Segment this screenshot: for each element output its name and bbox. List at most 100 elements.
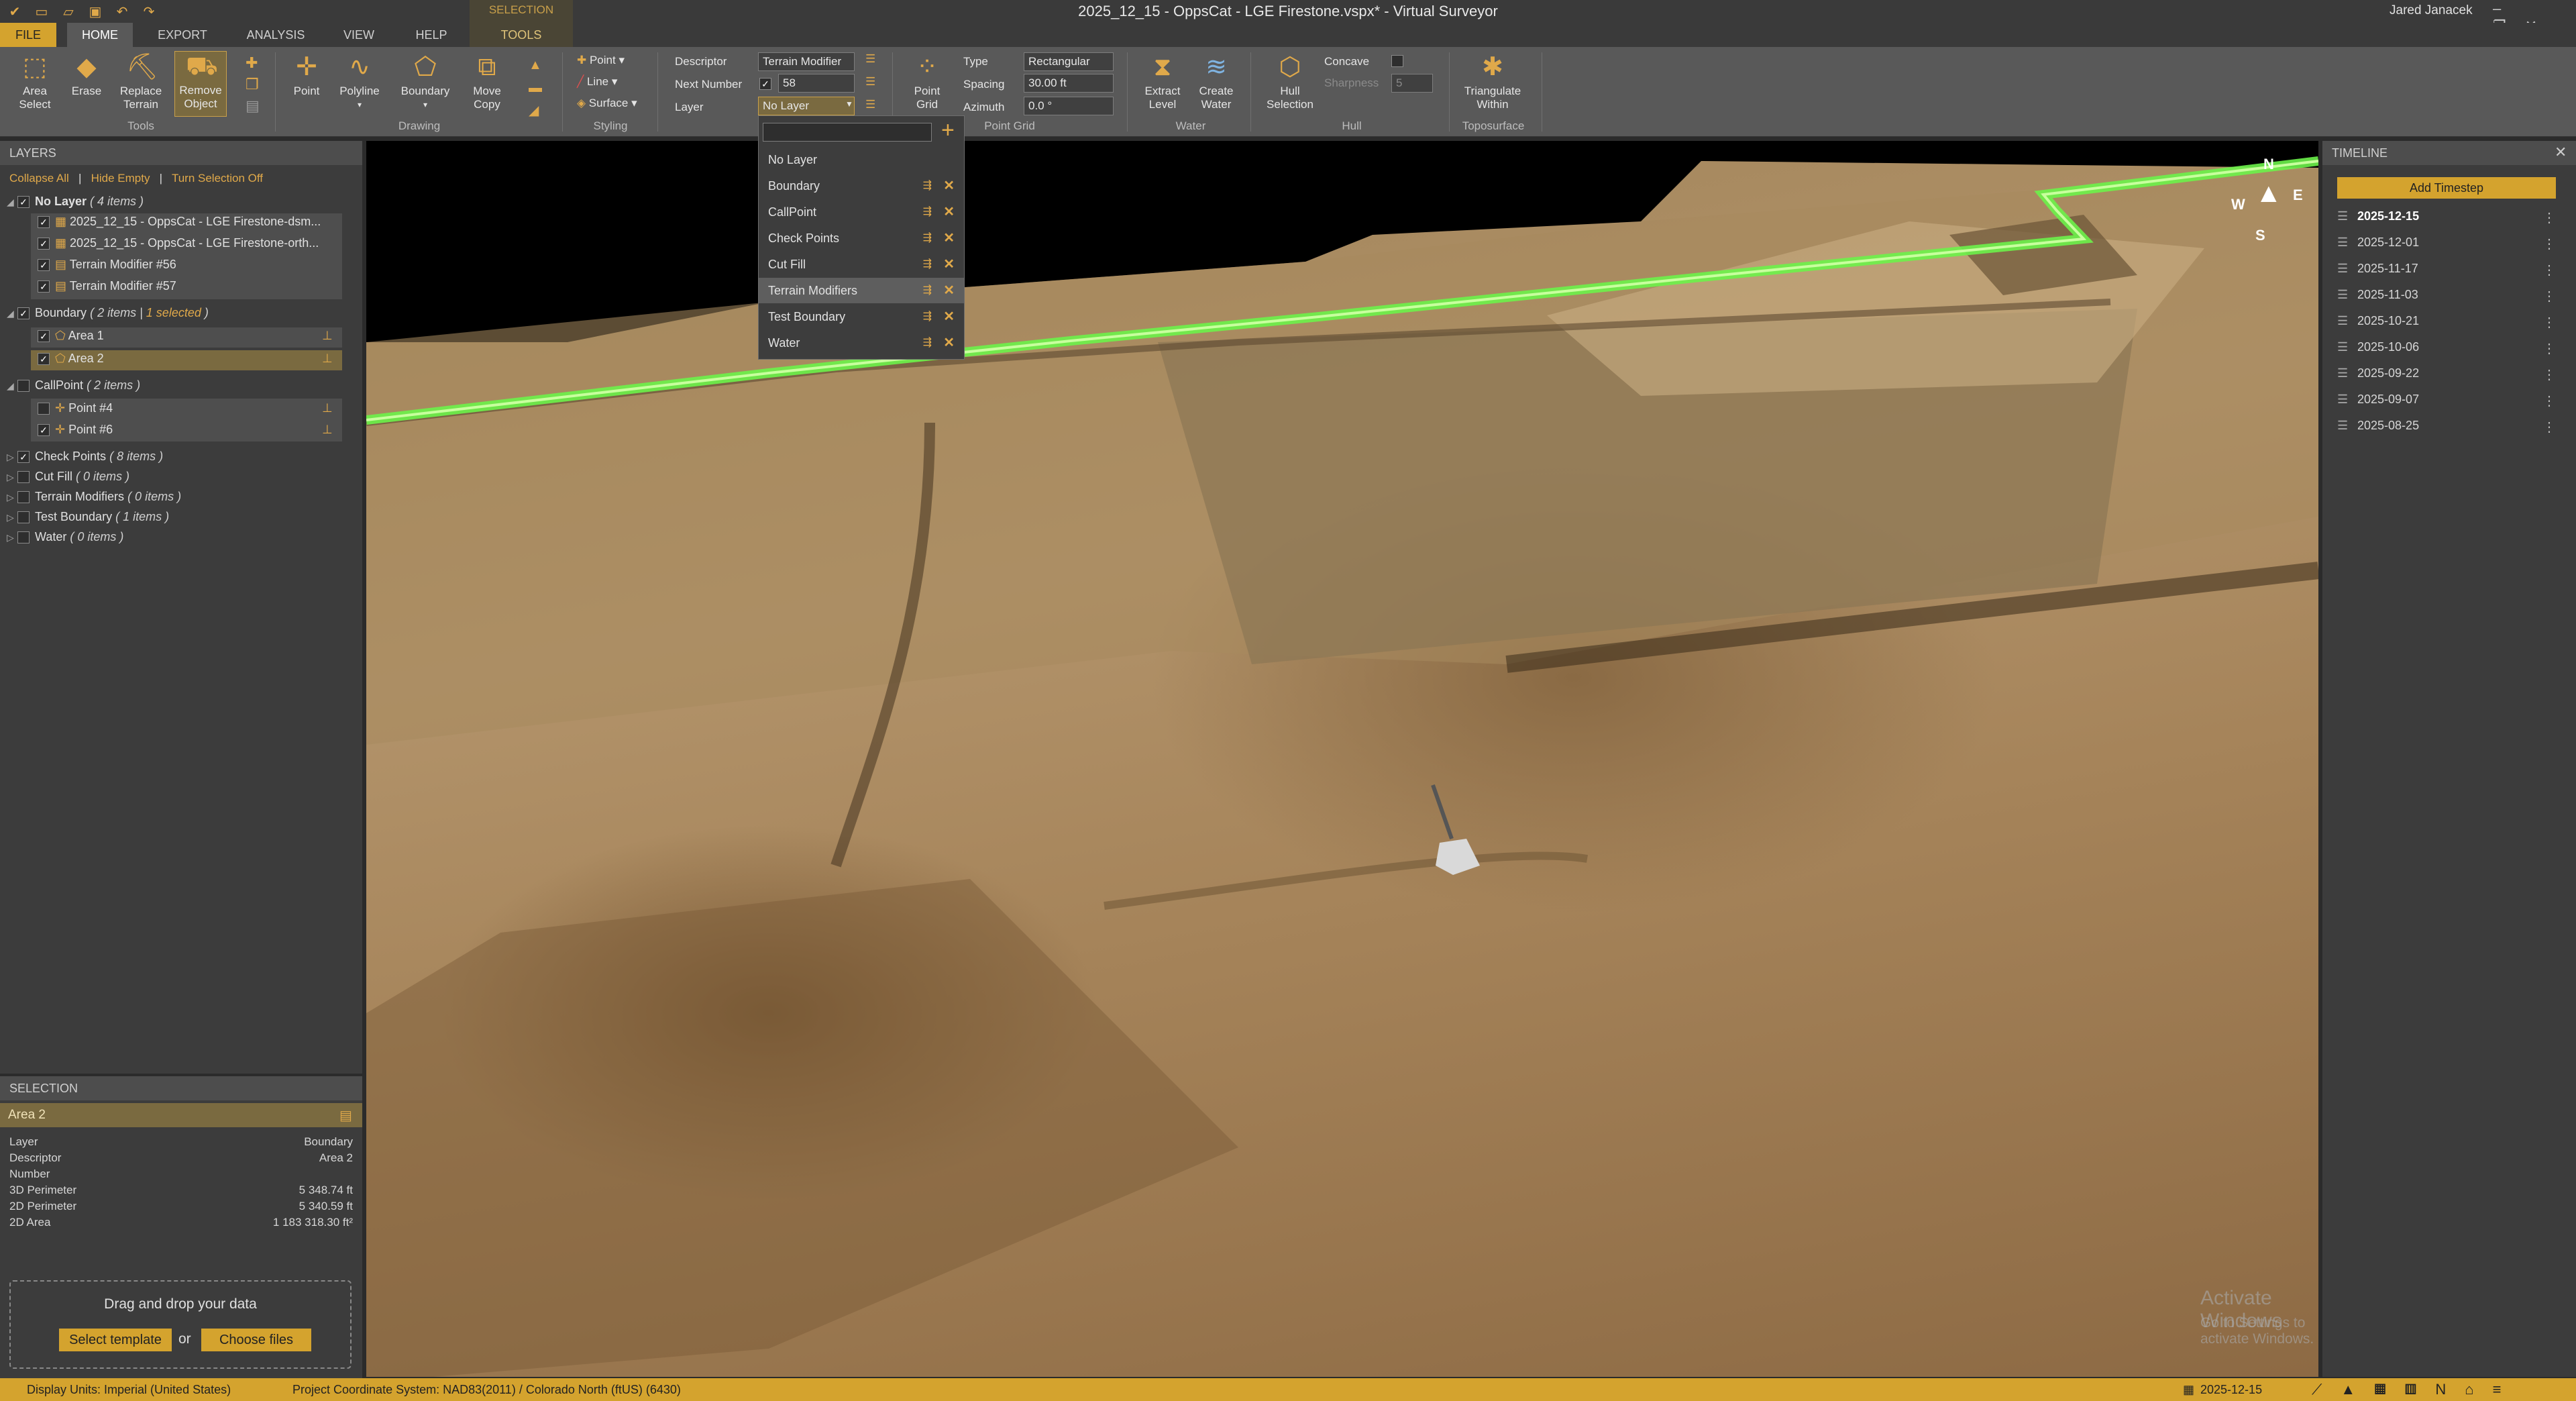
edit-layer-icon[interactable]: ⇶ <box>923 199 932 225</box>
expand-icon[interactable]: ◢ <box>7 308 17 319</box>
tab-home[interactable]: HOME <box>67 23 133 47</box>
lock-icon[interactable]: ▲ <box>2341 1381 2374 1398</box>
layer-checkbox[interactable] <box>17 531 30 544</box>
drag-handle-icon[interactable]: ☰ <box>2337 209 2348 223</box>
tab-file[interactable]: FILE <box>0 23 56 47</box>
collapse-icon[interactable]: ▷ <box>7 452 17 463</box>
item-checkbox[interactable]: ✓ <box>38 424 50 437</box>
layer-item[interactable]: ✓ ▦ 2025_12_15 - OppsCat - LGE Firestone-… <box>38 215 321 229</box>
more-icon[interactable]: ⋮ <box>2542 419 2556 435</box>
tab-export[interactable]: EXPORT <box>148 23 217 47</box>
layer-item[interactable]: ✛ Point #4 <box>38 401 113 415</box>
drag-handle-icon[interactable]: ☰ <box>2337 314 2348 328</box>
edit-layer-icon[interactable]: ⇶ <box>923 252 932 277</box>
collapse-icon[interactable]: ▷ <box>7 532 17 543</box>
item-checkbox[interactable]: ✓ <box>38 280 50 293</box>
layer-group-boundary[interactable]: ◢ ✓ Boundary ( 2 items | 1 selected ) <box>7 306 209 320</box>
collapse-icon[interactable]: ▷ <box>7 472 17 483</box>
layer-group-test-boundary[interactable]: ▷ Test Boundary ( 1 items ) <box>7 510 169 524</box>
next-number-list-icon[interactable]: ☰ <box>865 75 875 89</box>
next-number-input[interactable]: 58 <box>778 74 855 93</box>
layer-option[interactable]: Boundary ⇶ ✕ <box>759 173 964 199</box>
delete-layer-icon[interactable]: ✕ <box>943 330 955 356</box>
chart-icon[interactable]: ⟋ <box>2312 1381 2341 1398</box>
timestep-row[interactable]: ☰ 2025-10-06 ⋮ <box>2322 340 2576 363</box>
layer-item[interactable]: ✓ ▤ Terrain Modifier #57 <box>38 279 176 293</box>
edit-layer-icon[interactable]: ⇶ <box>923 304 932 329</box>
tab-tools[interactable]: TOOLS <box>470 23 573 47</box>
item-checkbox[interactable]: ✓ <box>38 353 50 366</box>
layer-group-check-points[interactable]: ▷ ✓ Check Points ( 8 items ) <box>7 450 163 464</box>
layer-item[interactable]: ✓ ✛ Point #6 <box>38 423 113 437</box>
more-icon[interactable]: ⋮ <box>2542 366 2556 383</box>
layer-checkbox[interactable] <box>17 471 30 484</box>
tab-help[interactable]: HELP <box>405 23 458 47</box>
north-icon[interactable]: N <box>2435 1381 2465 1398</box>
descriptor-input[interactable]: Terrain Modifier <box>758 52 855 71</box>
area-select-button[interactable]: ⬚ Area Select <box>8 52 62 111</box>
layer-option[interactable]: Cut Fill ⇶ ✕ <box>759 252 964 277</box>
tab-view[interactable]: VIEW <box>334 23 384 47</box>
pin-icon[interactable]: ⊥ <box>322 329 333 343</box>
item-checkbox[interactable] <box>38 403 50 415</box>
layer-group-callpoint[interactable]: ◢ CallPoint ( 2 items ) <box>7 378 140 393</box>
expand-icon[interactable]: ◢ <box>7 197 17 208</box>
grid-azimuth-input[interactable]: 0.0 ° <box>1024 97 1114 115</box>
drag-handle-icon[interactable]: ☰ <box>2337 366 2348 380</box>
line-style-dropdown[interactable]: ╱ Line ▾ <box>577 75 617 89</box>
more-icon[interactable]: ⋮ <box>2542 262 2556 278</box>
collapse-all-link[interactable]: Collapse All <box>9 172 69 185</box>
concave-checkbox[interactable] <box>1391 55 1403 67</box>
hide-empty-link[interactable]: Hide Empty <box>91 172 150 185</box>
drag-handle-icon[interactable]: ☰ <box>2337 419 2348 433</box>
remove-object-button[interactable]: ⛟ Remove Object <box>174 51 227 117</box>
3d-viewport[interactable]: N E S W ▲ Activate Windows Go to Setting… <box>366 141 2318 1377</box>
layer-option[interactable]: Check Points ⇶ ✕ <box>759 225 964 251</box>
descriptor-list-icon[interactable]: ☰ <box>865 52 875 66</box>
drag-handle-icon[interactable]: ☰ <box>2337 262 2348 276</box>
layer-checkbox[interactable]: ✓ <box>17 307 30 320</box>
delete-layer-icon[interactable]: ✕ <box>943 304 955 329</box>
layer-list-icon[interactable]: ☰ <box>865 98 875 111</box>
terrain-icon[interactable]: ▲ <box>529 54 549 76</box>
layer-group-terrain-modifiers[interactable]: ▷ Terrain Modifiers ( 0 items ) <box>7 490 181 504</box>
pin-icon[interactable]: ⊥ <box>322 352 333 366</box>
layer-option-highlighted[interactable]: Terrain Modifiers ⇶ ✕ <box>759 278 964 303</box>
hull-selection-button[interactable]: ⬡ Hull Selection <box>1258 52 1322 111</box>
drop-zone[interactable]: Drag and drop your data Select template … <box>9 1280 352 1369</box>
replace-terrain-button[interactable]: ⛏ Replace Terrain <box>111 52 170 111</box>
layer-option[interactable]: CallPoint ⇶ ✕ <box>759 199 964 225</box>
drag-handle-icon[interactable]: ☰ <box>2337 236 2348 250</box>
terrain-flat-icon[interactable]: ▬ <box>529 76 549 99</box>
timestep-row[interactable]: ☰ 2025-12-15 ⋮ <box>2322 209 2576 232</box>
boundary-button[interactable]: ⬠ Boundary ▾ <box>392 52 459 111</box>
layer-item[interactable]: ✓ ▤ Terrain Modifier #56 <box>38 258 176 272</box>
layer-group-no-layer[interactable]: ◢ ✓ No Layer ( 4 items ) <box>7 195 144 209</box>
grid-type-select[interactable]: Rectangular <box>1024 52 1114 71</box>
more-icon[interactable]: ⋮ <box>2542 314 2556 331</box>
layer-item[interactable]: ✓ ⬠ Area 1 <box>38 329 104 343</box>
item-checkbox[interactable]: ✓ <box>38 330 50 343</box>
pick-icon[interactable]: ✚ <box>246 52 266 74</box>
erase-button[interactable]: ◆ Erase <box>63 52 110 98</box>
layer-item-selected[interactable]: ✓ ⬠ Area 2 <box>38 352 104 366</box>
timestep-row[interactable]: ☰ 2025-09-07 ⋮ <box>2322 393 2576 415</box>
selection-edit-icon[interactable]: ▤ <box>339 1107 352 1124</box>
timestep-row[interactable]: ☰ 2025-12-01 ⋮ <box>2322 236 2576 258</box>
layer-checkbox[interactable]: ✓ <box>17 196 30 209</box>
layer-checkbox[interactable] <box>17 380 30 393</box>
layer-item[interactable]: ✓ ▦ 2025_12_15 - OppsCat - LGE Firestone-… <box>38 236 319 250</box>
delete-layer-icon[interactable]: ✕ <box>943 225 955 251</box>
tab-analysis[interactable]: ANALYSIS <box>236 23 315 47</box>
point-grid-button[interactable]: ⁘ Point Grid <box>903 52 951 111</box>
collapse-icon[interactable]: ▷ <box>7 492 17 503</box>
timestep-row[interactable]: ☰ 2025-10-21 ⋮ <box>2322 314 2576 337</box>
copy-icon[interactable]: ❐ <box>246 74 266 95</box>
add-layer-icon[interactable]: + <box>941 117 955 144</box>
sharpness-input[interactable]: 5 <box>1391 74 1433 93</box>
polyline-button[interactable]: ∿ Polyline ▾ <box>333 52 386 111</box>
status-date[interactable]: 2025-12-15 <box>2200 1378 2262 1401</box>
layer-option[interactable]: Test Boundary ⇶ ✕ <box>759 304 964 329</box>
timestep-row[interactable]: ☰ 2025-11-03 ⋮ <box>2322 288 2576 311</box>
expand-icon[interactable]: ◢ <box>7 380 17 392</box>
